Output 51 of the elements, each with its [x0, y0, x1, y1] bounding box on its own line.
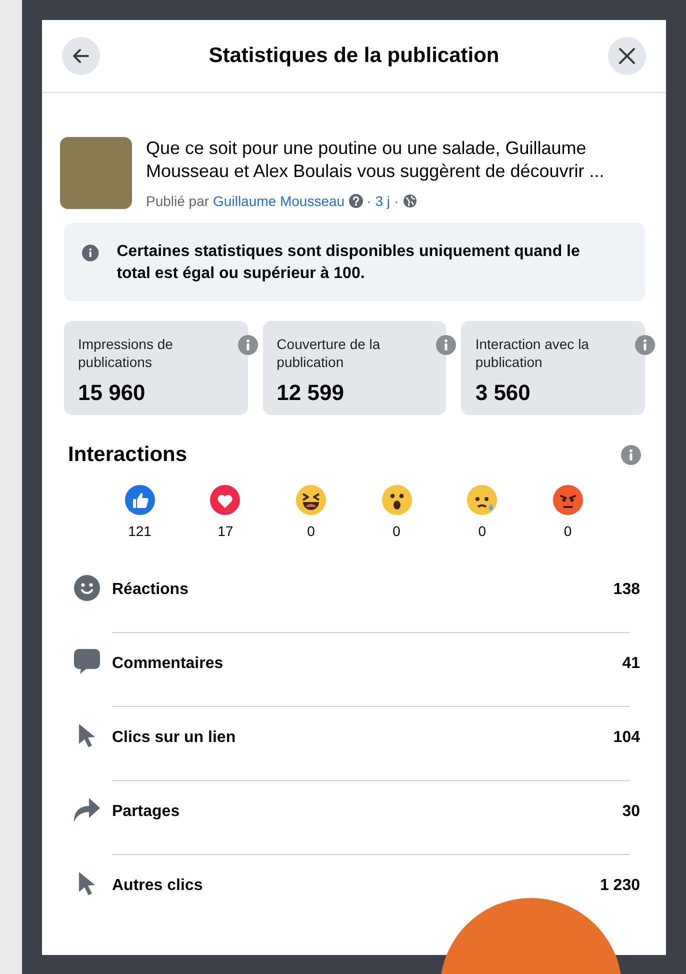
- post-age-link[interactable]: 3 j: [375, 193, 390, 209]
- close-button[interactable]: [608, 37, 646, 75]
- notice-text: Certaines statistiques sont disponibles uniquement quand le total est égal ou supérieur à 100.: [116, 242, 581, 284]
- speech-bubble-icon: [74, 649, 100, 675]
- info-icon[interactable]: [621, 445, 641, 465]
- metric-label: Clics sur un lien: [112, 729, 236, 747]
- stat-value: 12 599: [276, 380, 345, 406]
- separator: ·: [394, 193, 399, 209]
- reaction-count: 0: [564, 523, 572, 539]
- dialog-title: Statistiques de la publication: [208, 44, 500, 68]
- metric-value: 41: [622, 655, 640, 673]
- section-heading: Interactions: [68, 443, 188, 467]
- metric-value: 30: [622, 803, 640, 821]
- emoji-face-icon: [382, 485, 412, 515]
- metric-label: Autres clics: [112, 877, 203, 895]
- reaction-count: 121: [128, 523, 152, 539]
- back-arrow-icon: [71, 46, 91, 66]
- metric-label: Commentaires: [112, 655, 224, 673]
- share-arrow-icon: [73, 797, 101, 823]
- reaction-count: 0: [478, 523, 486, 539]
- reaction-count: 17: [218, 523, 234, 539]
- metric-value: 1 230: [600, 877, 640, 895]
- close-icon: [618, 47, 636, 65]
- emoji-face-icon: [552, 485, 583, 515]
- info-icon[interactable]: [436, 335, 456, 355]
- metric-value: 138: [613, 581, 640, 599]
- cursor-icon: [77, 871, 97, 897]
- stat-value: 15 960: [78, 380, 146, 406]
- stat-value: 3 560: [475, 380, 532, 406]
- stat-label: Interaction avec la publication: [475, 335, 590, 371]
- metric-value: 104: [613, 729, 640, 747]
- thumbs-up-icon: [124, 485, 155, 515]
- info-icon[interactable]: [238, 335, 258, 355]
- help-icon: [348, 194, 363, 208]
- author-link[interactable]: Guillaume Mousseau: [213, 193, 345, 209]
- metric-label: Partages: [112, 803, 180, 821]
- back-button[interactable]: [62, 37, 100, 75]
- photo-placeholder: [60, 137, 132, 209]
- cursor-icon: [77, 723, 97, 749]
- reaction-count: 0: [392, 523, 400, 539]
- post-text: Que ce soit pour une poutine ou une salade, Guillaume Mousseau et Alex Boulais vous suggèrent de découvrir ...: [146, 137, 606, 183]
- stat-label: Impressions de publications: [78, 335, 174, 371]
- separator: ·: [366, 193, 372, 209]
- published-by-label: Publié par: [146, 193, 210, 209]
- info-icon[interactable]: [635, 335, 656, 355]
- emoji-face-icon: [296, 485, 326, 515]
- stat-label: Couverture de la publication: [276, 335, 382, 371]
- emoji-face-icon: [467, 485, 498, 515]
- smiley-icon: [74, 575, 100, 601]
- metric-label: Réactions: [112, 581, 188, 599]
- reaction-count: 0: [307, 523, 315, 539]
